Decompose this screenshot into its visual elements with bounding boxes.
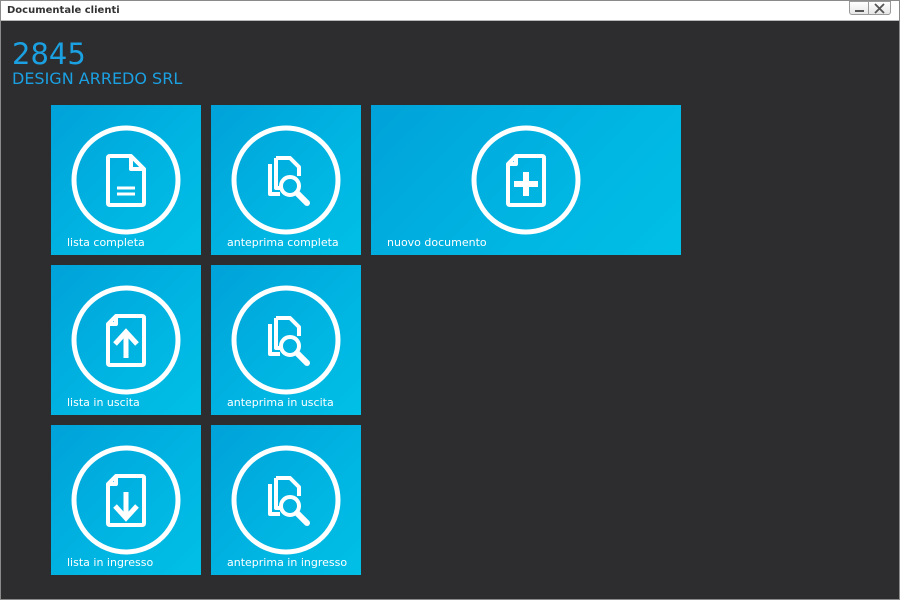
app-window: Documentale clienti 2845 DESIGN ARREDO S… bbox=[0, 0, 900, 600]
tile-label: lista in uscita bbox=[67, 396, 140, 409]
document-upload-icon bbox=[70, 284, 182, 396]
tile-lista-in-uscita[interactable]: lista in uscita bbox=[51, 265, 201, 415]
tile-label: lista in ingresso bbox=[67, 556, 154, 569]
document-search-icon bbox=[230, 284, 342, 396]
tile-label: anteprima in uscita bbox=[227, 396, 334, 409]
document-search-icon bbox=[230, 444, 342, 556]
tile-anteprima-in-uscita[interactable]: anteprima in uscita bbox=[211, 265, 361, 415]
tile-nuovo-documento[interactable]: nuovo documento bbox=[371, 105, 681, 255]
document-icon bbox=[70, 124, 182, 236]
document-add-icon bbox=[470, 124, 582, 236]
tile-lista-completa[interactable]: lista completa bbox=[51, 105, 201, 255]
document-search-icon bbox=[230, 124, 342, 236]
tile-lista-in-ingresso[interactable]: lista in ingresso bbox=[51, 425, 201, 575]
close-icon bbox=[874, 3, 885, 14]
title-bar: Documentale clienti bbox=[1, 1, 899, 21]
company-name: DESIGN ARREDO SRL bbox=[12, 69, 183, 88]
tile-label: anteprima completa bbox=[227, 236, 339, 249]
tile-label: anteprima in ingresso bbox=[227, 556, 348, 569]
window-title: Documentale clienti bbox=[7, 5, 120, 16]
client-code: 2845 bbox=[12, 37, 86, 71]
tile-label: nuovo documento bbox=[387, 236, 487, 249]
close-button[interactable] bbox=[869, 1, 891, 15]
document-download-icon bbox=[70, 444, 182, 556]
tile-label: lista completa bbox=[67, 236, 145, 249]
tile-anteprima-in-ingresso[interactable]: anteprima in ingresso bbox=[211, 425, 361, 575]
tile-anteprima-completa[interactable]: anteprima completa bbox=[211, 105, 361, 255]
minimize-button[interactable] bbox=[849, 1, 869, 15]
